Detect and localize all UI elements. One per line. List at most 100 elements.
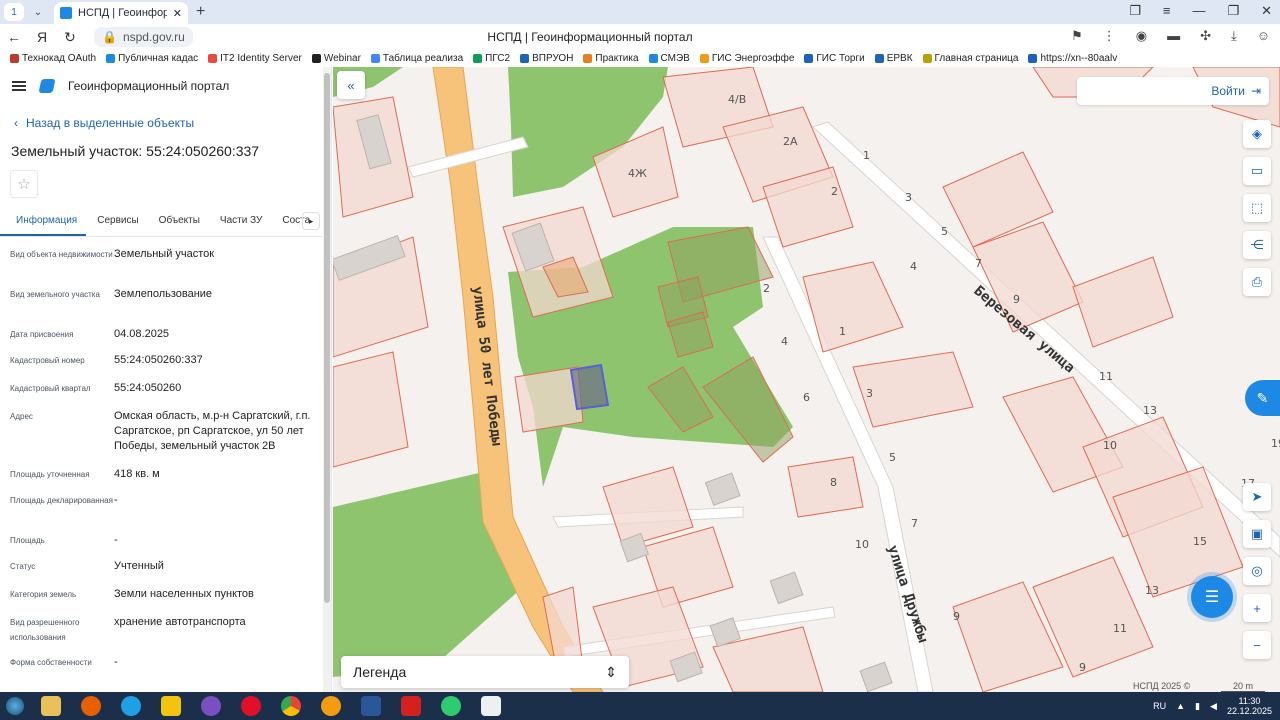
bookmark-item[interactable]: Публичная кадас — [106, 53, 198, 64]
bookmarks-icon[interactable]: ❐ — [1129, 3, 1141, 19]
taskbar-app[interactable] — [152, 693, 190, 719]
bookmark-item[interactable]: Webinar — [311, 53, 361, 64]
tab-parts[interactable]: Части ЗУ — [209, 209, 271, 236]
extension-icon[interactable]: ▬ — [1167, 28, 1180, 44]
downloads-icon[interactable]: ⤓ — [1231, 28, 1237, 44]
page-title: НСПД | Геоинформационный портал — [487, 30, 693, 44]
layers-icon[interactable]: ◈ — [1243, 120, 1271, 148]
chat-icon[interactable]: ☰ — [1191, 576, 1233, 618]
bookmark-item[interactable]: ГИС Торги — [804, 53, 865, 64]
taskbar-word[interactable] — [352, 693, 390, 719]
network-icon[interactable]: ▮ — [1195, 701, 1200, 712]
close-window-icon[interactable]: ✕ — [1261, 3, 1272, 19]
restore-icon[interactable]: ❐ — [1227, 3, 1239, 19]
bookmark-item[interactable]: ПГС2 — [473, 53, 510, 64]
clock-time: 11:30 — [1238, 696, 1261, 706]
expand-icon[interactable]: ⇕ — [605, 664, 617, 681]
bookmark-item[interactable]: https://xn--80aalv — [1028, 53, 1117, 64]
extensions-icon[interactable]: ✣ — [1200, 28, 1211, 44]
print-icon[interactable]: ⎙ — [1243, 268, 1271, 296]
ruler-icon[interactable]: ▭ — [1243, 157, 1271, 185]
hamburger-menu-icon[interactable] — [12, 81, 26, 91]
volume-icon[interactable]: ◀ — [1210, 701, 1217, 712]
taskbar-chrome[interactable] — [272, 693, 310, 719]
internet-explorer-icon — [121, 696, 141, 716]
bookmark-item[interactable]: Практика — [583, 53, 639, 64]
sidebar-scrollbar[interactable] — [323, 67, 331, 692]
location-icon[interactable]: ◎ — [1243, 557, 1271, 585]
navigate-icon[interactable]: ➤ — [1243, 483, 1271, 511]
legend-panel[interactable]: Легенда ⇕ — [341, 656, 629, 688]
profile-icon[interactable]: ☺ — [1257, 28, 1270, 44]
bookmark-label: Технокад OAuth — [22, 53, 97, 64]
property-row: Кадастровый квартал 55:24:050260 — [0, 381, 322, 409]
close-tab-icon[interactable]: ✕ — [173, 7, 182, 20]
bookmark-favicon-icon — [583, 54, 593, 63]
more-icon[interactable]: ⋮ — [1103, 28, 1116, 44]
house-number-label: 13 — [1145, 584, 1159, 597]
bookmark-label: Главная страница — [934, 53, 1019, 64]
tab-objects[interactable]: Объекты — [148, 209, 209, 236]
browser-tab[interactable]: НСПД | Геоинформацион ✕ — [54, 2, 188, 24]
tab-services[interactable]: Сервисы — [86, 209, 147, 236]
taskbar-app[interactable] — [432, 693, 470, 719]
tab-counter[interactable]: 1 — [4, 3, 24, 21]
taskbar-app[interactable] — [472, 693, 510, 719]
taskbar-yandex[interactable] — [192, 693, 230, 719]
property-key: Площадь декларированная — [10, 496, 113, 505]
new-tab-icon[interactable]: + — [196, 3, 205, 21]
bookmark-item[interactable]: IT2 Identity Server — [208, 53, 302, 64]
taskbar-explorer[interactable] — [32, 693, 70, 719]
tab-information[interactable]: Информация — [0, 209, 87, 236]
legend-label: Легенда — [353, 664, 407, 680]
taskbar-app[interactable] — [312, 693, 350, 719]
language-indicator[interactable]: RU — [1153, 701, 1166, 711]
extension-icon[interactable]: ◉ — [1136, 28, 1147, 44]
parcel[interactable] — [787, 456, 864, 518]
bookmark-item[interactable]: ЕРВК — [874, 53, 913, 64]
bookmarks-bar: Технокад OAuth Публичная кадас IT2 Identit… — [0, 50, 1280, 67]
reload-icon[interactable]: ↻ — [56, 29, 84, 46]
minimize-icon[interactable]: — — [1192, 3, 1205, 19]
scrollbar-thumb[interactable] — [324, 73, 330, 603]
chevron-down-icon[interactable]: ⌄ — [28, 3, 48, 21]
menu-icon[interactable]: ≡ — [1163, 3, 1171, 19]
map-view[interactable]: улица 50 лет Победы улица Дружбы Березов… — [333, 67, 1280, 692]
bookmark-icon[interactable]: ⚑ — [1071, 28, 1083, 44]
url-field[interactable]: 🔒 nspd.gov.ru — [94, 27, 193, 47]
share-icon[interactable]: ⋲ — [1243, 231, 1271, 259]
word-icon — [361, 696, 381, 716]
property-key: Категория земель — [10, 590, 77, 599]
taskbar-firefox[interactable] — [72, 693, 110, 719]
bookmark-favicon-icon — [1028, 54, 1038, 63]
yandex-icon[interactable]: Я — [28, 29, 56, 45]
taskbar-acrobat[interactable] — [392, 693, 430, 719]
back-link[interactable]: ‹ Назад в выделенные объекты — [14, 116, 194, 130]
property-value: Омская область, м.р-н Саргатский, г.п. С… — [114, 410, 311, 452]
bookmark-item[interactable]: ГИС Энергоэффе — [699, 53, 794, 64]
clock[interactable]: 11:30 22.12.2025 — [1227, 696, 1272, 716]
start-button[interactable] — [0, 692, 30, 720]
house-number-label: 4 — [910, 260, 917, 273]
bookmark-label: IT2 Identity Server — [220, 53, 302, 64]
select-area-icon[interactable]: ⬚ — [1243, 194, 1271, 222]
tabs-scroll-right-icon[interactable]: ▸ — [302, 212, 320, 230]
minimap-icon[interactable]: ▣ — [1243, 520, 1271, 548]
tray-expand-icon[interactable]: ▲ — [1176, 701, 1185, 711]
selected-parcel[interactable] — [569, 363, 610, 411]
bookmark-item[interactable]: Главная страница — [922, 53, 1019, 64]
back-arrow-icon[interactable]: ← — [0, 29, 28, 45]
taskbar-opera[interactable] — [232, 693, 270, 719]
map-canvas[interactable]: улица 50 лет Победы улица Дружбы Березов… — [333, 67, 1280, 692]
bookmark-item[interactable]: СМЭВ — [648, 53, 690, 64]
favorite-star-icon[interactable]: ☆ — [10, 170, 38, 198]
bookmark-item[interactable]: ВПРУОН — [520, 53, 573, 64]
zoom-out-icon[interactable]: − — [1243, 631, 1271, 659]
bookmark-item[interactable]: Таблица реализа — [370, 53, 463, 64]
bookmark-item[interactable]: Технокад OAuth — [10, 53, 96, 64]
zoom-in-icon[interactable]: + — [1243, 594, 1271, 622]
collapse-sidebar-icon[interactable]: « — [337, 71, 365, 99]
feedback-icon[interactable]: ✎ — [1245, 380, 1280, 416]
taskbar-ie[interactable] — [112, 693, 150, 719]
login-button[interactable]: Войти ⇥ — [1077, 77, 1269, 105]
